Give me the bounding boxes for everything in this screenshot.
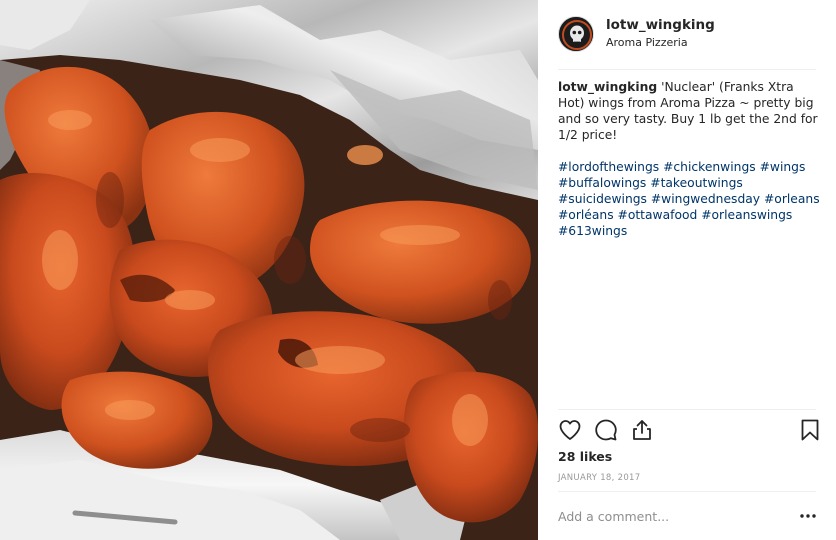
save-button[interactable] bbox=[798, 418, 824, 444]
post-side-panel: lotw_wingking Aroma Pizzeria lotw_wingki… bbox=[538, 0, 836, 540]
share-icon bbox=[633, 420, 651, 440]
divider bbox=[558, 69, 816, 70]
hashtag-link[interactable]: #orleanswings bbox=[701, 208, 792, 222]
comment-bubble-icon bbox=[595, 419, 617, 441]
hashtag-link[interactable]: #buffalowings bbox=[558, 176, 646, 190]
post-date[interactable]: JANUARY 18, 2017 bbox=[558, 473, 640, 483]
hashtag-link[interactable]: #wings bbox=[760, 160, 806, 174]
heart-icon bbox=[559, 420, 581, 440]
comment-button[interactable] bbox=[594, 418, 620, 444]
hashtag-link[interactable]: #wingwednesday bbox=[651, 192, 760, 206]
header-location[interactable]: Aroma Pizzeria bbox=[606, 36, 688, 49]
hashtag-link[interactable]: #orléans bbox=[558, 208, 614, 222]
comment-input[interactable] bbox=[558, 505, 778, 527]
post-actions bbox=[558, 418, 820, 446]
avatar[interactable] bbox=[558, 16, 594, 52]
more-horizontal-icon bbox=[800, 514, 816, 518]
post-caption: lotw_wingking 'Nuclear' (Franks Xtra Hot… bbox=[558, 79, 820, 239]
caption-username[interactable]: lotw_wingking bbox=[558, 80, 657, 94]
more-options-button[interactable] bbox=[798, 506, 818, 526]
divider bbox=[558, 491, 816, 492]
hashtag-link[interactable]: #chickenwings bbox=[663, 160, 756, 174]
header-username[interactable]: lotw_wingking bbox=[606, 17, 715, 33]
hashtag-link[interactable]: #orleans bbox=[764, 192, 820, 206]
divider bbox=[558, 409, 816, 410]
hashtag-link[interactable]: #lordofthewings bbox=[558, 160, 659, 174]
hashtag-link[interactable]: #takeoutwings bbox=[650, 176, 743, 190]
hashtag-link[interactable]: #613wings bbox=[558, 224, 627, 238]
skull-logo-icon bbox=[559, 17, 593, 51]
post-header: lotw_wingking Aroma Pizzeria bbox=[558, 16, 816, 70]
like-button[interactable] bbox=[558, 418, 584, 444]
bookmark-icon bbox=[801, 419, 819, 441]
share-button[interactable] bbox=[630, 418, 656, 444]
hashtag-link[interactable]: #ottawafood bbox=[618, 208, 698, 222]
hashtag-link[interactable]: #suicidewings bbox=[558, 192, 647, 206]
hashtag-list: #lordofthewings #chickenwings #wings #bu… bbox=[558, 159, 820, 239]
likes-count[interactable]: 28 likes bbox=[558, 449, 612, 464]
caption-text-block: lotw_wingking 'Nuclear' (Franks Xtra Hot… bbox=[558, 79, 820, 143]
post-photo[interactable] bbox=[0, 0, 538, 540]
chicken-wings-photo bbox=[0, 0, 538, 540]
